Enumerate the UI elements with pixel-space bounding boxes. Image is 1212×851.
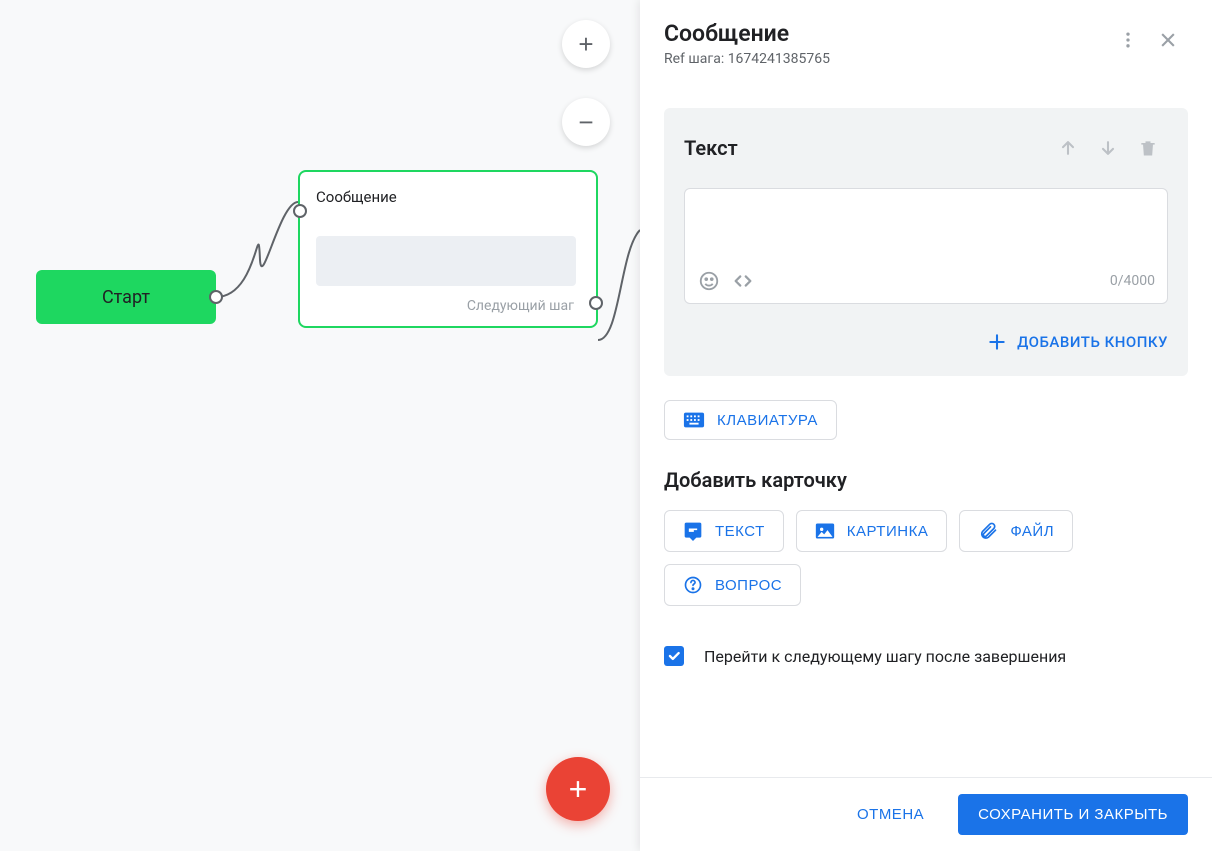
check-icon bbox=[667, 649, 681, 663]
node-message-port-in[interactable] bbox=[293, 204, 307, 218]
move-down-button[interactable] bbox=[1088, 128, 1128, 168]
next-step-checkbox-label: Перейти к следующему шагу после завершен… bbox=[704, 647, 1066, 666]
arrow-up-icon bbox=[1058, 138, 1078, 158]
node-message-body bbox=[316, 236, 576, 286]
panel-header: Сообщение Ref шага: 1674241385765 bbox=[640, 0, 1212, 84]
text-card-title: Текст bbox=[684, 136, 1048, 160]
cancel-button[interactable]: ОТМЕНА bbox=[843, 794, 938, 835]
keyboard-button[interactable]: КЛАВИАТУРА bbox=[664, 400, 837, 440]
add-button-link[interactable]: ДОБАВИТЬ КНОПКУ bbox=[684, 332, 1168, 352]
text-card-header: Текст bbox=[684, 128, 1168, 168]
add-question-card-button[interactable]: ВОПРОС bbox=[664, 564, 801, 606]
side-panel: Сообщение Ref шага: 1674241385765 Текст bbox=[640, 0, 1212, 851]
add-question-card-label: ВОПРОС bbox=[715, 577, 782, 594]
more-options-button[interactable] bbox=[1108, 20, 1148, 60]
panel-body: Текст bbox=[640, 84, 1212, 777]
close-icon bbox=[1158, 30, 1178, 50]
delete-card-button[interactable] bbox=[1128, 128, 1168, 168]
panel-ref: Ref шага: 1674241385765 bbox=[664, 51, 1108, 67]
emoji-button[interactable] bbox=[697, 269, 721, 293]
add-file-card-button[interactable]: ФАЙЛ bbox=[959, 510, 1073, 552]
add-image-card-label: КАРТИНКА bbox=[847, 523, 929, 540]
text-editable-area[interactable] bbox=[685, 189, 1167, 261]
close-panel-button[interactable] bbox=[1148, 20, 1188, 60]
node-start-port-out[interactable] bbox=[209, 290, 223, 304]
char-counter: 0/4000 bbox=[1110, 273, 1155, 289]
keyboard-icon bbox=[683, 411, 705, 429]
next-step-checkbox[interactable] bbox=[664, 646, 684, 666]
code-icon bbox=[732, 270, 754, 292]
flow-canvas[interactable]: Старт Сообщение Следующий шаг + − + bbox=[0, 0, 640, 851]
text-card: Текст bbox=[664, 108, 1188, 376]
next-step-checkbox-row: Перейти к следующему шагу после завершен… bbox=[664, 646, 1188, 666]
panel-footer: ОТМЕНА СОХРАНИТЬ И ЗАКРЫТЬ bbox=[640, 777, 1212, 851]
add-image-card-button[interactable]: КАРТИНКА bbox=[796, 510, 948, 552]
plus-icon bbox=[987, 332, 1007, 352]
move-up-button[interactable] bbox=[1048, 128, 1088, 168]
dots-vertical-icon bbox=[1118, 30, 1138, 50]
add-text-card-button[interactable]: ТЕКСТ bbox=[664, 510, 784, 552]
add-file-card-label: ФАЙЛ bbox=[1010, 523, 1054, 540]
text-input-toolbar: 0/4000 bbox=[685, 261, 1167, 303]
emoji-icon bbox=[698, 270, 720, 292]
card-type-buttons: ТЕКСТ КАРТИНКА ФАЙЛ ВОПРОС bbox=[664, 510, 1188, 606]
plus-icon: + bbox=[578, 29, 593, 60]
keyboard-button-label: КЛАВИАТУРА bbox=[717, 412, 818, 429]
node-message-title: Сообщение bbox=[316, 188, 580, 206]
plus-icon: + bbox=[569, 771, 588, 808]
save-button[interactable]: СОХРАНИТЬ И ЗАКРЫТЬ bbox=[958, 794, 1188, 835]
cancel-button-label: ОТМЕНА bbox=[857, 806, 924, 823]
node-start[interactable]: Старт bbox=[36, 270, 216, 324]
node-message[interactable]: Сообщение Следующий шаг bbox=[298, 170, 598, 328]
flow-edges bbox=[0, 0, 640, 851]
text-icon bbox=[683, 521, 703, 541]
save-button-label: СОХРАНИТЬ И ЗАКРЫТЬ bbox=[978, 806, 1168, 823]
arrow-down-icon bbox=[1098, 138, 1118, 158]
add-text-card-label: ТЕКСТ bbox=[715, 523, 765, 540]
zoom-in-button[interactable]: + bbox=[562, 20, 610, 68]
trash-icon bbox=[1138, 138, 1158, 158]
add-node-fab[interactable]: + bbox=[546, 757, 610, 821]
add-card-title: Добавить карточку bbox=[664, 468, 1188, 492]
minus-icon: − bbox=[578, 107, 593, 138]
zoom-out-button[interactable]: − bbox=[562, 98, 610, 146]
text-input[interactable]: 0/4000 bbox=[684, 188, 1168, 304]
image-icon bbox=[815, 521, 835, 541]
add-button-label: ДОБАВИТЬ КНОПКУ bbox=[1017, 333, 1168, 351]
question-icon bbox=[683, 575, 703, 595]
node-start-label: Старт bbox=[102, 287, 150, 308]
zoom-controls: + − bbox=[562, 20, 610, 146]
panel-title: Сообщение bbox=[664, 20, 1108, 47]
attachment-icon bbox=[978, 521, 998, 541]
node-message-port-out[interactable] bbox=[589, 296, 603, 310]
code-button[interactable] bbox=[731, 269, 755, 293]
node-message-next-step: Следующий шаг bbox=[467, 298, 574, 314]
